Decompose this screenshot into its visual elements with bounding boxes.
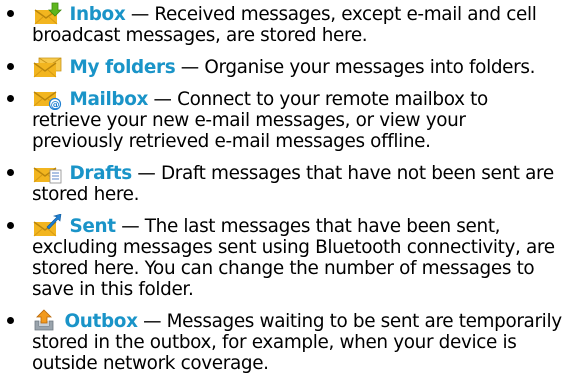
sent-link[interactable]: Sent [70, 216, 117, 237]
list-item-inbox: Inbox — Received messages, except e-mail… [7, 2, 562, 46]
separator: — [115, 216, 145, 237]
my-folders-link[interactable]: My folders [70, 57, 176, 78]
mailbox-icon: @ [33, 87, 62, 110]
my-folders-icon [33, 55, 62, 78]
list-item-mailbox: @ Mailbox — Connect to your remote mailb… [7, 87, 562, 152]
list-item-sent: Sent — The last messages that have been … [7, 214, 562, 300]
drafts-icon [33, 161, 62, 184]
mailbox-link[interactable]: Mailbox [70, 89, 149, 110]
bullet [7, 317, 14, 324]
outbox-icon [33, 309, 57, 332]
drafts-link[interactable]: Drafts [70, 163, 133, 184]
inbox-link[interactable]: Inbox [70, 4, 126, 25]
separator: — [125, 4, 155, 25]
separator: — [175, 57, 205, 78]
bullet [7, 10, 14, 17]
list-item-outbox: Outbox — Messages waiting to be sent are… [7, 309, 562, 374]
separator: — [137, 311, 167, 332]
svg-text:@: @ [51, 101, 60, 111]
list-item-drafts: Drafts — Draft messages that have not be… [7, 161, 562, 205]
bullet [7, 169, 14, 176]
my-folders-description: Organise your messages into folders. [204, 57, 536, 78]
list-item-my-folders: My folders — Organise your messages into… [7, 55, 562, 78]
separator: — [131, 163, 161, 184]
bullet [7, 63, 14, 70]
bullet [7, 222, 14, 229]
outbox-link[interactable]: Outbox [65, 311, 138, 332]
separator: — [148, 89, 178, 110]
inbox-icon [33, 2, 62, 25]
bullet [7, 95, 14, 102]
sent-icon [33, 214, 62, 237]
